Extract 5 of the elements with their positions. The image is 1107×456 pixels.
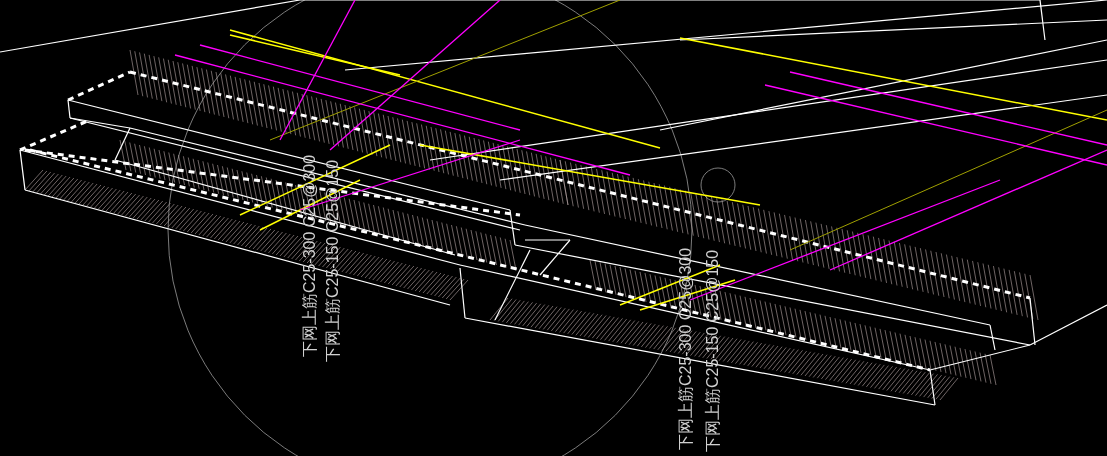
- small-circle-drawing: [700, 167, 736, 203]
- rebar-label: 下网上筋C25-300 C25@300: [676, 247, 695, 450]
- rebar-label: 下网上筋C25-150 C25@150: [703, 249, 722, 452]
- rebar-label: 下网上筋C25-300 C25@300: [300, 154, 319, 357]
- rebar-label: 下网上筋C25-150 C25@150: [323, 159, 342, 362]
